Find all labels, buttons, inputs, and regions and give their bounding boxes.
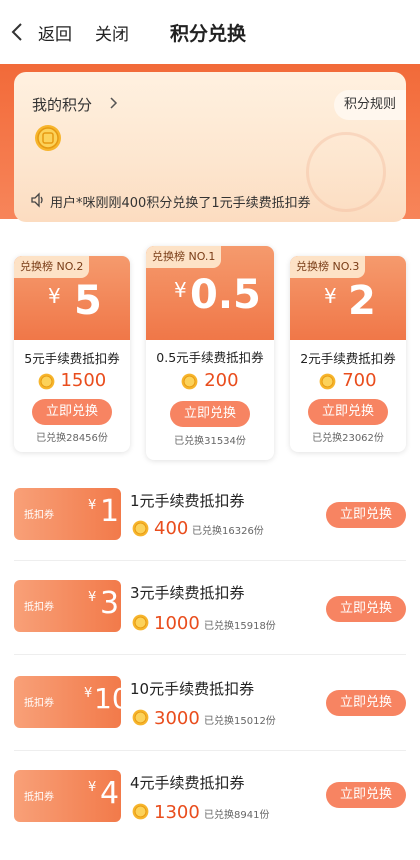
speaker-icon bbox=[31, 192, 43, 208]
coupon-watermark-icon bbox=[306, 132, 386, 212]
coupon-amount: 10 bbox=[94, 682, 121, 715]
rank-card-3[interactable]: 兑换榜 NO.3 ¥ 2 2元手续费抵扣券 700 立即兑换 已兑换23062份 bbox=[290, 256, 406, 452]
currency-symbol: ¥ bbox=[88, 498, 97, 513]
points-price: 200 bbox=[146, 370, 274, 391]
coin-icon bbox=[320, 373, 336, 389]
close-button[interactable]: 关闭 bbox=[95, 20, 129, 45]
points-value: 3000 bbox=[154, 708, 200, 729]
coupon-amount: 4 bbox=[100, 776, 120, 811]
points-value: 400 bbox=[154, 518, 189, 539]
list-item[interactable]: 抵扣券 ¥ 3 3元手续费抵扣券 1000 已兑换15918份 立即兑换 bbox=[0, 580, 420, 670]
currency-symbol: ¥ bbox=[324, 284, 337, 308]
ticket-label: 抵扣券 bbox=[24, 792, 54, 803]
points-card: 我的积分 积分规则 用户*咪刚刚400积分兑换了1元手续费抵扣券 bbox=[14, 72, 406, 222]
points-value: 200 bbox=[204, 370, 239, 391]
points-value: 700 bbox=[342, 370, 377, 391]
my-points-link[interactable]: 我的积分 bbox=[32, 94, 92, 115]
redeem-button[interactable]: 立即兑换 bbox=[326, 502, 406, 528]
coupon-name: 2元手续费抵扣券 bbox=[300, 351, 396, 366]
redeem-button[interactable]: 立即兑换 bbox=[32, 399, 112, 425]
points-price: 700 bbox=[290, 370, 406, 391]
rank-tag: 兑换榜 NO.1 bbox=[146, 246, 222, 268]
coupon-amount: 1 bbox=[100, 494, 120, 529]
coin-icon bbox=[38, 373, 55, 389]
redeemed-count: 已兑换31534份 bbox=[174, 436, 246, 447]
exchange-notice: 用户*咪刚刚400积分兑换了1元手续费抵扣券 bbox=[50, 196, 311, 211]
ticket-label: 抵扣券 bbox=[24, 510, 54, 521]
redeem-button[interactable]: 立即兑换 bbox=[170, 401, 250, 427]
coupon-name: 3元手续费抵扣券 bbox=[130, 584, 245, 602]
divider bbox=[14, 560, 406, 561]
coin-icon bbox=[132, 614, 149, 631]
rank-card-1[interactable]: 兑换榜 NO.1 ¥ 0.5 0.5元手续费抵扣券 200 立即兑换 已兑换31… bbox=[146, 246, 274, 460]
list-item[interactable]: 抵扣券 ¥ 10 10元手续费抵扣券 3000 已兑换15012份 立即兑换 bbox=[0, 676, 420, 766]
redeemed-count: 已兑换15012份 bbox=[204, 716, 276, 727]
points-value: 1000 bbox=[154, 613, 200, 634]
coupon-ticket: 抵扣券 ¥ 3 bbox=[14, 580, 121, 632]
currency-symbol: ¥ bbox=[88, 590, 97, 605]
rank-card-header: 兑换榜 NO.2 ¥ 5 bbox=[14, 256, 130, 340]
list-item[interactable]: 抵扣券 ¥ 1 1元手续费抵扣券 400 已兑换16326份 立即兑换 bbox=[0, 488, 420, 578]
coupon-ticket: 抵扣券 ¥ 4 bbox=[14, 770, 121, 822]
coin-icon bbox=[132, 709, 149, 726]
back-button[interactable]: 返回 bbox=[38, 20, 72, 45]
currency-symbol: ¥ bbox=[48, 284, 61, 308]
coupon-amount: 2 bbox=[348, 278, 376, 324]
redeemed-count: 已兑换28456份 bbox=[36, 433, 108, 444]
coupon-ticket: 抵扣券 ¥ 10 bbox=[14, 676, 121, 728]
coin-icon bbox=[182, 373, 198, 389]
page-title: 积分兑换 bbox=[170, 23, 247, 45]
rank-card-header: 兑换榜 NO.1 ¥ 0.5 bbox=[146, 246, 274, 340]
redeemed-count: 已兑换16326份 bbox=[192, 526, 264, 537]
chevron-left-icon[interactable] bbox=[10, 22, 24, 42]
coupon-name: 4元手续费抵扣券 bbox=[130, 774, 245, 792]
rank-tag: 兑换榜 NO.3 bbox=[290, 256, 366, 278]
points-price: 1500 bbox=[14, 370, 130, 391]
coupon-name: 10元手续费抵扣券 bbox=[130, 680, 255, 698]
rank-card-2[interactable]: 兑换榜 NO.2 ¥ 5 5元手续费抵扣券 1500 立即兑换 已兑换28456… bbox=[14, 256, 130, 452]
coin-icon bbox=[35, 125, 61, 151]
coupon-name: 5元手续费抵扣券 bbox=[24, 351, 120, 366]
redeem-button[interactable]: 立即兑换 bbox=[326, 596, 406, 622]
redeem-button[interactable]: 立即兑换 bbox=[326, 690, 406, 716]
points-value: 1300 bbox=[154, 802, 200, 823]
rank-tag: 兑换榜 NO.2 bbox=[14, 256, 90, 278]
redeem-button[interactable]: 立即兑换 bbox=[308, 399, 388, 425]
redeemed-count: 已兑换23062份 bbox=[312, 433, 384, 444]
ticket-label: 抵扣券 bbox=[24, 698, 54, 709]
rank-card-header: 兑换榜 NO.3 ¥ 2 bbox=[290, 256, 406, 340]
points-rules-button[interactable]: 积分规则 bbox=[334, 90, 406, 120]
list-item[interactable]: 抵扣券 ¥ 4 4元手续费抵扣券 1300 已兑换8941份 立即兑换 bbox=[0, 770, 420, 860]
ticket-label: 抵扣券 bbox=[24, 602, 54, 613]
redeemed-count: 已兑换8941份 bbox=[204, 810, 270, 821]
currency-symbol: ¥ bbox=[88, 780, 97, 795]
coupon-name: 0.5元手续费抵扣券 bbox=[156, 350, 264, 365]
divider bbox=[14, 750, 406, 751]
divider bbox=[14, 654, 406, 655]
coupon-name: 1元手续费抵扣券 bbox=[130, 492, 245, 510]
coupon-amount: 5 bbox=[74, 278, 102, 324]
coin-icon bbox=[132, 803, 149, 820]
nav-bar: 返回 关闭 积分兑换 bbox=[0, 0, 420, 64]
coupon-amount: 3 bbox=[100, 586, 120, 621]
redeem-button[interactable]: 立即兑换 bbox=[326, 782, 406, 808]
currency-symbol: ¥ bbox=[174, 278, 187, 302]
coupon-ticket: 抵扣券 ¥ 1 bbox=[14, 488, 121, 540]
coupon-amount: 0.5 bbox=[190, 272, 261, 318]
points-value: 1500 bbox=[60, 370, 107, 391]
currency-symbol: ¥ bbox=[84, 686, 93, 701]
chevron-right-icon bbox=[110, 97, 118, 109]
coin-icon bbox=[132, 520, 149, 537]
redeemed-count: 已兑换15918份 bbox=[204, 621, 276, 632]
